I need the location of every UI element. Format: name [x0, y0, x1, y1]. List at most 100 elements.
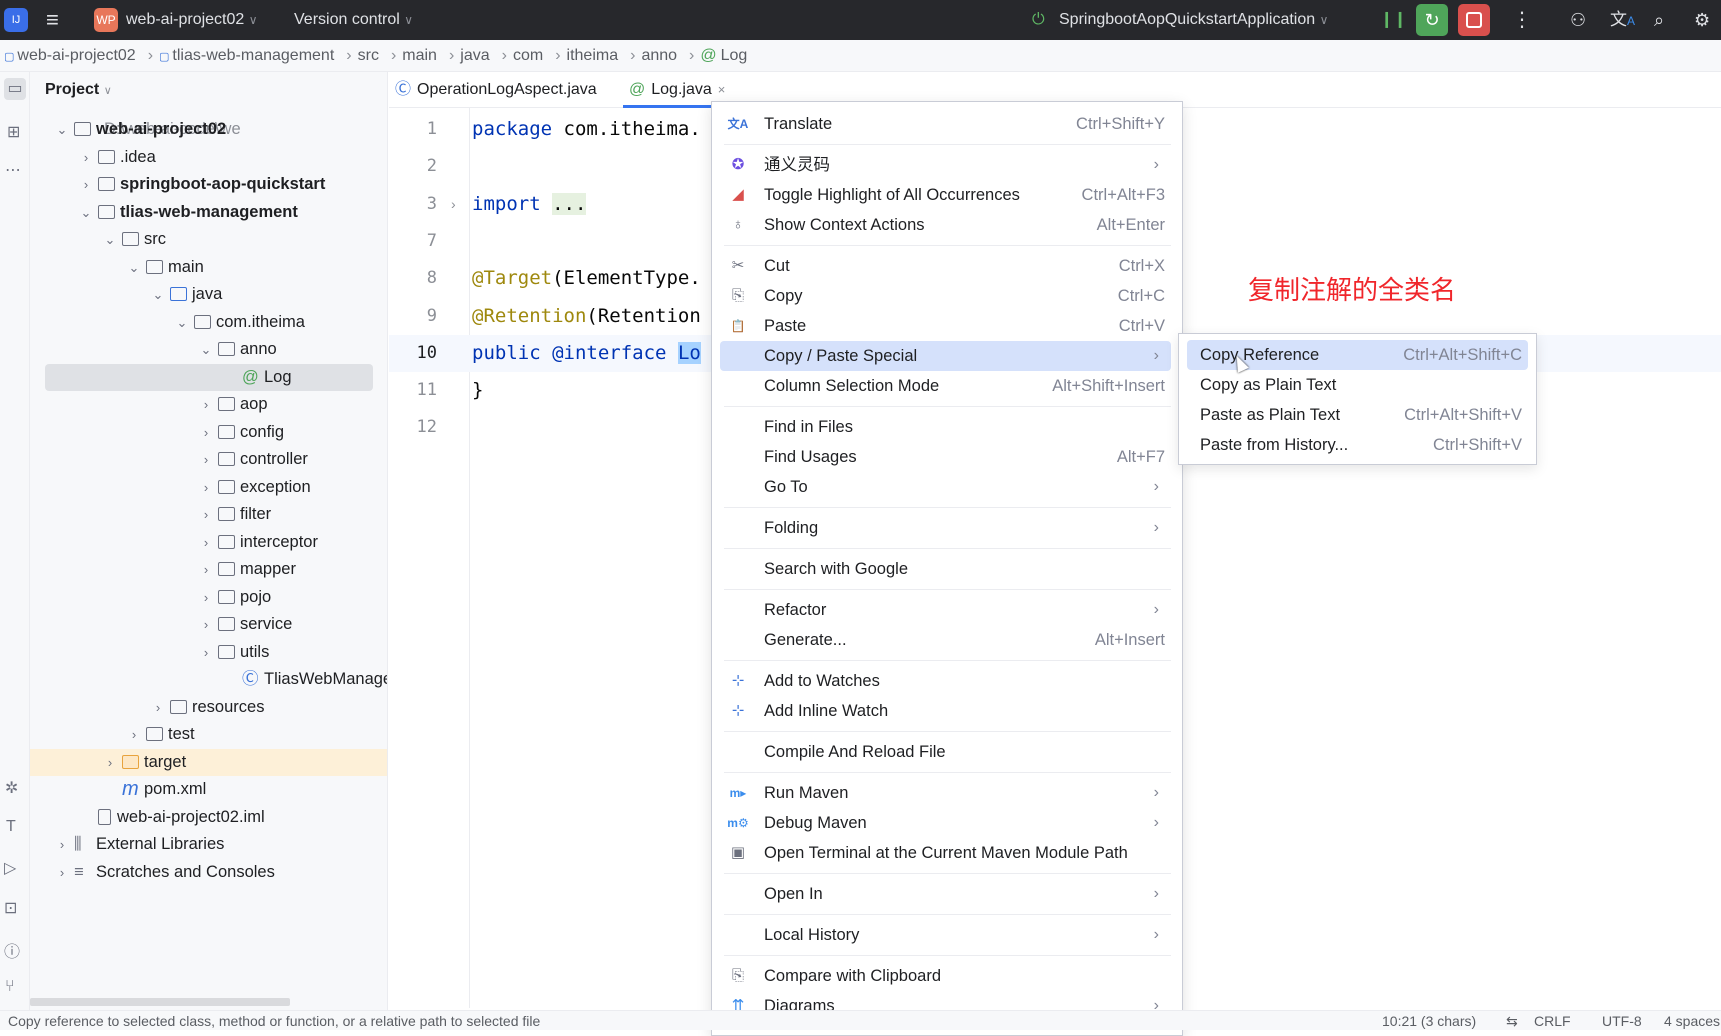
menu-item[interactable]: Find Usages Alt+F7	[720, 442, 1171, 472]
tree-item[interactable]: › aop	[30, 391, 387, 418]
project-panel-header[interactable]: Project ∨	[45, 80, 112, 101]
tree-item[interactable]: @ Log	[45, 363, 373, 391]
tree-item[interactable]: › utils	[30, 639, 387, 666]
stop-button[interactable]	[1458, 4, 1490, 36]
structure-icon[interactable]: ⊞	[7, 122, 20, 142]
chevron-right-icon[interactable]: ›	[199, 584, 213, 611]
menu-item[interactable]: Open In ›	[720, 879, 1171, 909]
tree-item[interactable]: › config	[30, 419, 387, 446]
chevron-right-icon[interactable]: ›	[79, 144, 93, 171]
menu-item[interactable]: Refactor ›	[720, 595, 1171, 625]
tree-item[interactable]: › filter	[30, 501, 387, 528]
submenu-item[interactable]: Copy as Plain Text	[1187, 370, 1528, 400]
tree-item[interactable]: ⌄ src	[30, 226, 387, 253]
tree-item[interactable]: › controller	[30, 446, 387, 473]
submenu-item[interactable]: Paste as Plain Text Ctrl+Alt+Shift+V	[1187, 400, 1528, 430]
translate-icon[interactable]: 文A	[1610, 0, 1635, 40]
vcs-menu[interactable]: Version control ∨	[294, 0, 413, 40]
caret-position[interactable]: 10:21 (3 chars)	[1382, 1011, 1476, 1031]
menu-item[interactable]: Generate... Alt+Insert	[720, 625, 1171, 655]
menu-item[interactable]: Local History ›	[720, 920, 1171, 950]
chevron-right-icon[interactable]: ›	[151, 694, 165, 721]
indent-setting[interactable]: 4 spaces	[1664, 1011, 1720, 1031]
menu-item[interactable]: ✂ Cut Ctrl+X	[720, 251, 1171, 281]
chevron-right-icon[interactable]: ›	[199, 611, 213, 638]
terminal-icon[interactable]: ⊡	[4, 898, 17, 918]
tree-item[interactable]: Ⓒ TliasWebManageme	[30, 666, 387, 693]
pause-icon[interactable]: ❙❙	[1380, 0, 1407, 40]
debug-icon[interactable]: ✲	[5, 778, 18, 798]
menu-item[interactable]: m▸ Run Maven ›	[720, 778, 1171, 808]
settings-gear-icon[interactable]: ⚙	[1694, 0, 1710, 40]
chevron-down-icon[interactable]: ⌄	[175, 309, 189, 336]
chevron-down-icon[interactable]: ⌄	[79, 199, 93, 226]
run-config-selector[interactable]: SpringbootAopQuickstartApplication ∨	[1059, 0, 1328, 40]
submenu-item[interactable]: Paste from History... Ctrl+Shift+V	[1187, 430, 1528, 460]
tree-item[interactable]: › service	[30, 611, 387, 638]
file-encoding[interactable]: UTF-8	[1602, 1011, 1642, 1031]
breadcrumb-item[interactable]: src	[358, 47, 379, 64]
breadcrumb-item[interactable]: itheima	[567, 47, 619, 64]
chevron-right-icon[interactable]: ›	[199, 419, 213, 446]
editor-tab[interactable]: Ⓒ OperationLogAspect.java	[395, 72, 597, 108]
menu-item[interactable]: Column Selection Mode Alt+Shift+Insert	[720, 371, 1171, 401]
chevron-right-icon[interactable]: ›	[55, 859, 69, 886]
menu-item[interactable]: Go To ›	[720, 472, 1171, 502]
menu-item[interactable]: ⎘ Compare with Clipboard	[720, 961, 1171, 991]
build-icon[interactable]: T	[6, 818, 16, 836]
fold-chevron-icon[interactable]: ›	[451, 186, 456, 223]
menu-item[interactable]: Search with Google	[720, 554, 1171, 584]
breadcrumb-item[interactable]: main	[402, 47, 437, 64]
debug-rerun-button[interactable]: ↻	[1416, 4, 1448, 36]
chevron-down-icon[interactable]: ⌄	[199, 336, 213, 363]
tree-item[interactable]: › exception	[30, 474, 387, 501]
tree-item[interactable]: › ≡ Scratches and Consoles	[30, 859, 387, 886]
main-menu-icon[interactable]: ≡	[46, 0, 59, 40]
chevron-right-icon[interactable]: ›	[79, 171, 93, 198]
menu-item[interactable]: Find in Files	[720, 412, 1171, 442]
services-icon[interactable]: ▷	[4, 858, 16, 878]
menu-item[interactable]: ◢ Toggle Highlight of All Occurrences Ctrl…	[720, 180, 1171, 210]
chevron-right-icon[interactable]: ›	[55, 831, 69, 858]
tree-item[interactable]: ⌄ anno	[30, 336, 387, 363]
chevron-down-icon[interactable]: ⌄	[151, 281, 165, 308]
project-switcher[interactable]: web-ai-project02 ∨	[126, 0, 258, 40]
breadcrumb-item[interactable]: java	[460, 47, 489, 64]
add-user-icon[interactable]: ⚇	[1570, 0, 1586, 40]
chevron-right-icon[interactable]: ›	[199, 446, 213, 473]
menu-item[interactable]: Copy / Paste Special ›	[720, 341, 1171, 371]
more-actions-icon[interactable]: ⋮	[1512, 0, 1532, 40]
chevron-right-icon[interactable]: ›	[199, 529, 213, 556]
chevron-right-icon[interactable]: ›	[199, 391, 213, 418]
problems-icon[interactable]: ⓘ	[4, 938, 20, 962]
tree-item[interactable]: web-ai-project02.iml	[30, 804, 387, 831]
chevron-right-icon[interactable]: ›	[199, 556, 213, 583]
close-icon[interactable]: ×	[718, 82, 726, 97]
menu-item[interactable]: ⊹ Add Inline Watch	[720, 696, 1171, 726]
chevron-right-icon[interactable]: ›	[199, 474, 213, 501]
search-icon[interactable]: ⌕	[1654, 0, 1664, 40]
tree-item[interactable]: ⌄ com.itheima	[30, 309, 387, 336]
chevron-down-icon[interactable]: ⌄	[127, 254, 141, 281]
tree-item[interactable]: › .idea	[30, 144, 387, 171]
line-ending[interactable]: CRLF	[1534, 1011, 1571, 1031]
breadcrumb-item[interactable]: anno	[641, 47, 677, 64]
tree-item[interactable]: › pojo	[30, 584, 387, 611]
breadcrumb-item[interactable]: com	[513, 47, 543, 64]
menu-item[interactable]: 文A Translate Ctrl+Shift+Y	[720, 109, 1171, 139]
tree-item[interactable]: › target	[30, 748, 387, 776]
menu-item[interactable]: Compile And Reload File	[720, 737, 1171, 767]
git-icon[interactable]: ⑂	[5, 978, 15, 996]
tree-item[interactable]: › interceptor	[30, 529, 387, 556]
menu-item[interactable]: ♁ Show Context Actions Alt+Enter	[720, 210, 1171, 240]
chevron-down-icon[interactable]: ⌄	[55, 116, 69, 143]
breadcrumb-item[interactable]: web-ai-project02	[17, 47, 135, 64]
horizontal-scrollbar[interactable]	[30, 998, 290, 1006]
vcs-status-icon[interactable]: ⇆	[1506, 1011, 1518, 1031]
tree-item[interactable]: › resources	[30, 694, 387, 721]
menu-item[interactable]: Folding ›	[720, 513, 1171, 543]
tree-item[interactable]: ⌄ java	[30, 281, 387, 308]
chevron-right-icon[interactable]: ›	[199, 501, 213, 528]
menu-item[interactable]: ▣ Open Terminal at the Current Maven Modu…	[720, 838, 1171, 868]
menu-item[interactable]: m⚙ Debug Maven ›	[720, 808, 1171, 838]
